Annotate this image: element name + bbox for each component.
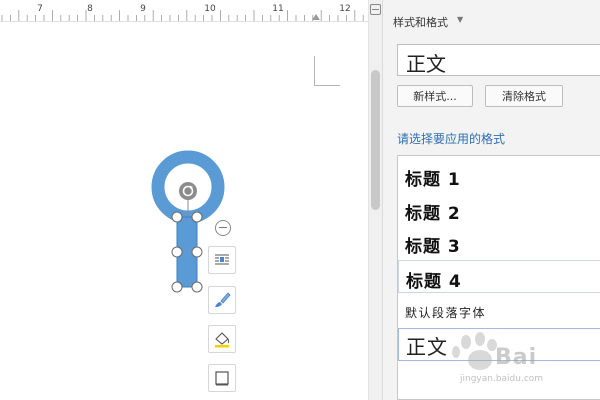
- ruler-number-11: 11: [272, 4, 284, 14]
- style-item-label: 标题 4: [406, 272, 462, 292]
- right-indent-marker[interactable]: [312, 14, 320, 20]
- ruler-number-9: 9: [140, 4, 146, 14]
- chevron-down-icon[interactable]: ▼: [457, 15, 463, 24]
- style-item-heading-1[interactable]: 标题 1: [398, 159, 600, 192]
- scrollbar-thumb[interactable]: [371, 70, 380, 210]
- brush-button[interactable]: [208, 286, 236, 314]
- style-item-label: 标题 2: [405, 204, 461, 224]
- paw-logo-icon: [452, 332, 497, 370]
- brush-icon: [215, 292, 231, 307]
- minus-icon[interactable]: [215, 220, 231, 236]
- wrap-text-icon: [215, 254, 229, 265]
- page-margin-mark: [314, 56, 340, 86]
- frame-button[interactable]: [208, 364, 236, 392]
- ruler-number-10: 10: [204, 4, 216, 14]
- current-style-text: 正文: [406, 52, 446, 76]
- resize-handle-top-left[interactable]: [171, 211, 183, 223]
- horizontal-ruler[interactable]: 7 8 9 10 11 12: [0, 0, 368, 22]
- frame-icon: [215, 371, 229, 386]
- watermark-subtext: jingyan.baidu.com: [460, 374, 544, 384]
- style-item-heading-3[interactable]: 标题 3: [398, 226, 600, 259]
- panel-title[interactable]: 样式和格式: [393, 14, 448, 30]
- style-item-label: 标题 1: [405, 170, 461, 190]
- style-item-default-paragraph-font[interactable]: 默认段落字体: [398, 295, 600, 328]
- rotate-icon[interactable]: [179, 182, 197, 200]
- resize-handle-bottom-right[interactable]: [191, 281, 203, 293]
- vertical-scrollbar[interactable]: [368, 0, 382, 400]
- wrap-text-button[interactable]: [208, 246, 236, 274]
- new-style-button[interactable]: 新样式...: [397, 85, 473, 107]
- style-item-label: 默认段落字体: [405, 306, 487, 320]
- style-item-label: 标题 3: [405, 237, 461, 257]
- ruler-number-7: 7: [37, 4, 43, 14]
- current-style-box[interactable]: 正文: [397, 44, 600, 76]
- apply-format-label: 请选择要应用的格式: [397, 132, 506, 146]
- collapse-ruler-icon[interactable]: [370, 4, 381, 15]
- fill-bucket-icon: [215, 332, 230, 348]
- resize-handle-mid-right[interactable]: [191, 246, 203, 258]
- resize-handle-mid-left[interactable]: [171, 246, 183, 258]
- style-item-heading-4[interactable]: 标题 4: [398, 260, 600, 293]
- resize-handle-top-right[interactable]: [191, 211, 203, 223]
- ruler-number-8: 8: [87, 4, 93, 14]
- fill-button[interactable]: [208, 325, 236, 353]
- watermark-text: Bai: [495, 345, 538, 370]
- ruler-number-12: 12: [339, 4, 351, 14]
- style-item-heading-2[interactable]: 标题 2: [398, 193, 600, 226]
- document-canvas[interactable]: 7 8 9 10 11 12: [0, 0, 368, 400]
- clear-format-button[interactable]: 清除格式: [485, 85, 563, 107]
- resize-handle-bottom-left[interactable]: [171, 281, 183, 293]
